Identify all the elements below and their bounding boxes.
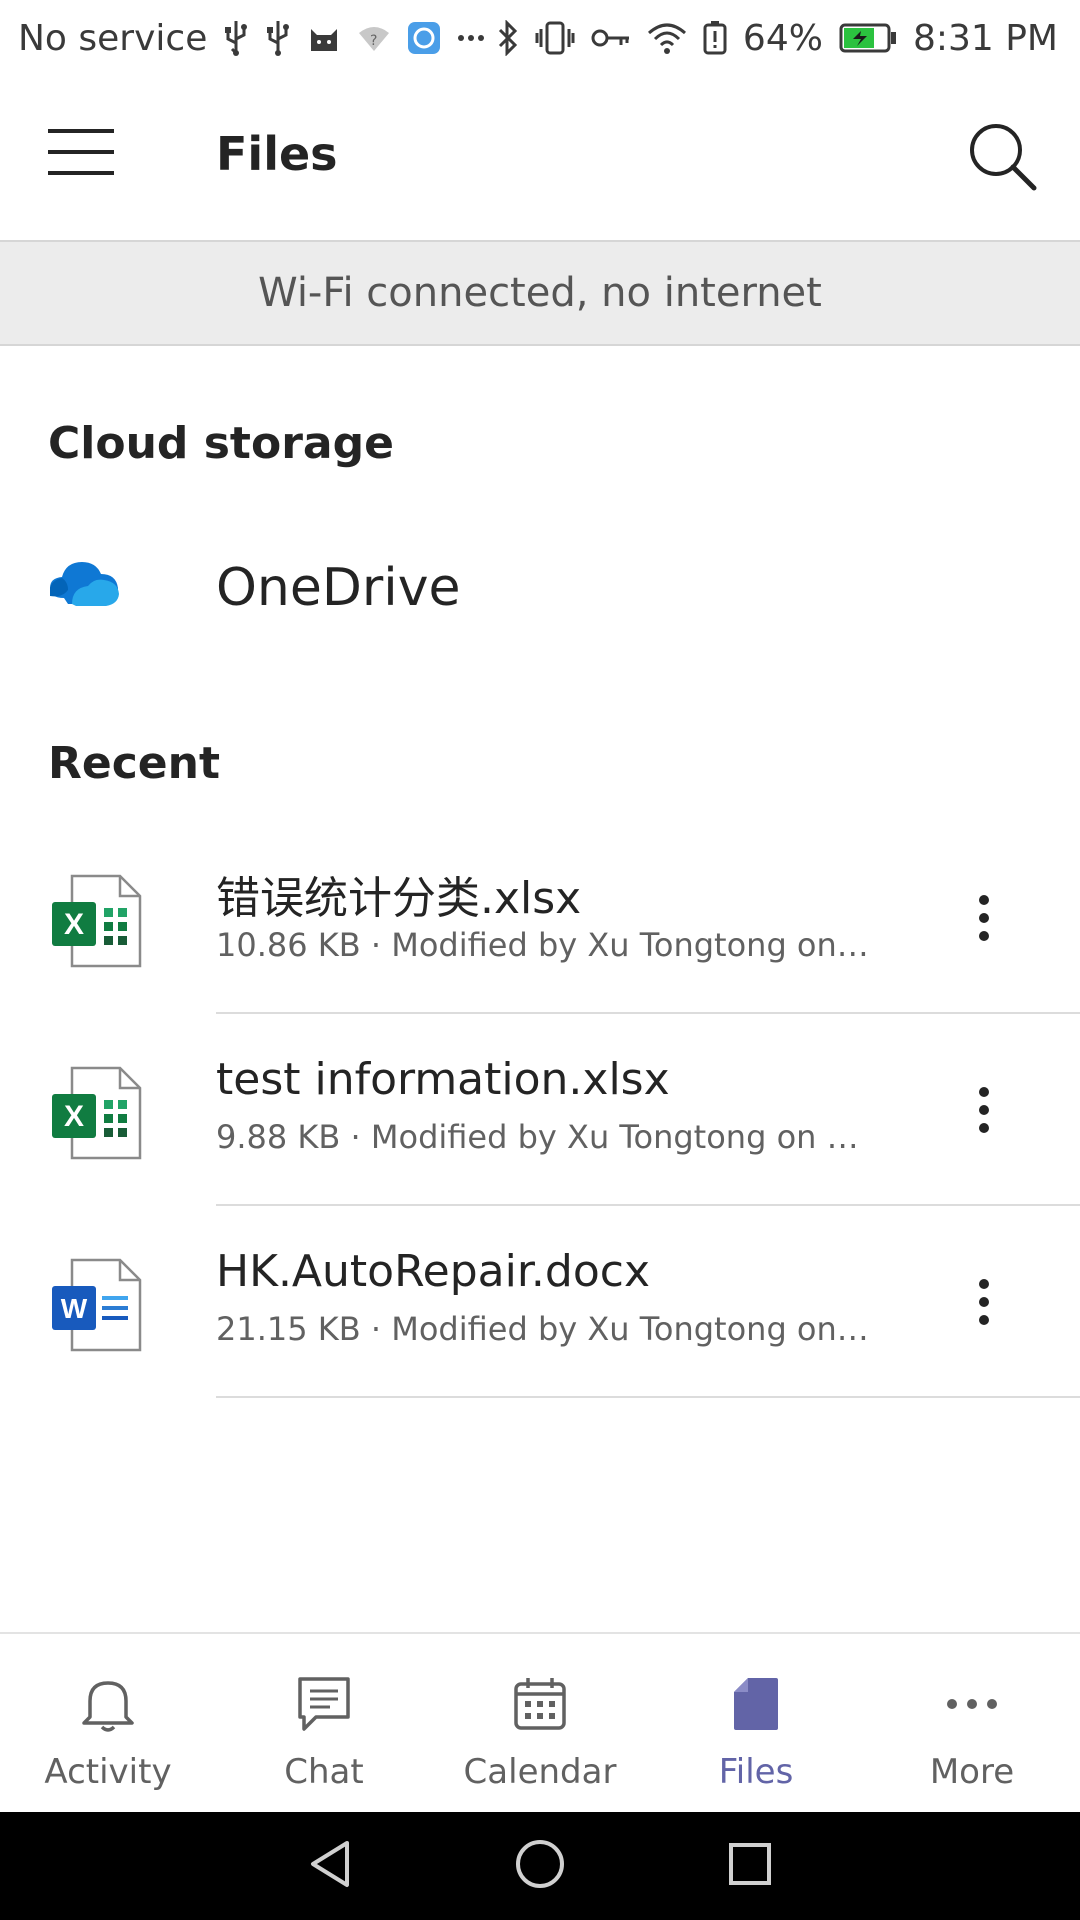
- svg-text:X: X: [64, 1100, 84, 1133]
- vibrate-icon: [535, 18, 575, 58]
- calendar-icon: [508, 1672, 572, 1736]
- nav-label: More: [929, 1752, 1015, 1792]
- wifi-icon: [647, 18, 687, 58]
- cloud-storage-heading: Cloud storage: [48, 418, 394, 469]
- bottom-nav: Activity Chat Calendar Files More: [0, 1632, 1080, 1812]
- search-button[interactable]: [964, 120, 1040, 196]
- recents-icon: [727, 1841, 773, 1891]
- status-left: No service ?: [18, 18, 485, 59]
- file-row[interactable]: X 错误统计分类.xlsx 10.86 KB · Modified by Xu …: [0, 822, 1080, 1014]
- file-row[interactable]: X test information.xlsx 9.88 KB · Modifi…: [0, 1014, 1080, 1206]
- nav-label: Chat: [284, 1752, 364, 1792]
- battery-icon: [839, 18, 897, 58]
- connectivity-banner: Wi-Fi connected, no internet: [0, 240, 1080, 346]
- file-meta: 9.88 KB · Modified by Xu Tongtong on 8…: [216, 1118, 876, 1156]
- kebab-icon: [978, 1279, 990, 1329]
- chat-icon: [292, 1672, 356, 1736]
- status-right: 64% 8:31 PM: [497, 18, 1058, 59]
- more-options-button[interactable]: [952, 1264, 1016, 1344]
- bluetooth-icon: [497, 18, 519, 58]
- nav-label: Files: [718, 1752, 794, 1792]
- key-icon: [591, 18, 631, 58]
- cat-icon: [307, 18, 341, 58]
- banner-text: Wi-Fi connected, no internet: [258, 270, 822, 316]
- home-button[interactable]: [510, 1836, 570, 1896]
- teams-files-screen: No service ? 64% 8:31 PM Files Wi-Fi con…: [0, 0, 1080, 1920]
- svg-text:W: W: [61, 1293, 88, 1324]
- word-file-icon: W: [48, 1258, 144, 1354]
- usb-icon: [265, 18, 291, 58]
- menu-button[interactable]: [48, 128, 114, 180]
- search-icon: [966, 120, 1038, 196]
- battery-alert-icon: [703, 18, 727, 58]
- kebab-icon: [978, 1087, 990, 1137]
- file-name: 错误统计分类.xlsx: [216, 873, 582, 924]
- battery-percent: 64%: [742, 17, 823, 59]
- nav-label: Activity: [44, 1752, 172, 1792]
- system-nav-bar: [0, 1812, 1080, 1920]
- recent-heading: Recent: [48, 738, 221, 789]
- app-header: Files: [0, 76, 1080, 240]
- divider: [216, 1396, 1080, 1398]
- svg-text:?: ?: [370, 33, 377, 49]
- nav-calendar[interactable]: Calendar: [432, 1634, 648, 1812]
- page-title: Files: [216, 127, 338, 181]
- excel-file-icon: X: [48, 874, 144, 970]
- app-icon: [407, 18, 441, 58]
- nav-files[interactable]: Files: [648, 1634, 864, 1812]
- file-name: test information.xlsx: [216, 1054, 670, 1105]
- onedrive-item[interactable]: OneDrive: [0, 530, 1080, 650]
- carrier-text: No service: [18, 17, 208, 59]
- recents-button[interactable]: [720, 1836, 780, 1896]
- home-icon: [514, 1838, 566, 1894]
- onedrive-label: OneDrive: [216, 558, 461, 618]
- back-icon: [307, 1839, 353, 1893]
- bell-icon: [76, 1672, 140, 1736]
- svg-text:X: X: [64, 908, 84, 941]
- more-dots-icon: [457, 18, 485, 58]
- wifi-question-icon: ?: [357, 18, 391, 58]
- file-meta: 21.15 KB · Modified by Xu Tongtong on…: [216, 1310, 869, 1348]
- more-options-button[interactable]: [952, 880, 1016, 960]
- file-row[interactable]: W HK.AutoRepair.docx 21.15 KB · Modified…: [0, 1206, 1080, 1398]
- nav-chat[interactable]: Chat: [216, 1634, 432, 1812]
- onedrive-icon: [46, 558, 122, 612]
- more-icon: [940, 1672, 1004, 1736]
- nav-more[interactable]: More: [864, 1634, 1080, 1812]
- more-options-button[interactable]: [952, 1072, 1016, 1152]
- excel-file-icon: X: [48, 1066, 144, 1162]
- hamburger-icon: [48, 127, 114, 181]
- status-bar: No service ? 64% 8:31 PM: [0, 0, 1080, 76]
- usb-icon: [223, 18, 249, 58]
- file-name: HK.AutoRepair.docx: [216, 1246, 650, 1297]
- file-icon: [724, 1672, 788, 1736]
- nav-activity[interactable]: Activity: [0, 1634, 216, 1812]
- clock: 8:31 PM: [912, 17, 1058, 59]
- back-button[interactable]: [300, 1836, 360, 1896]
- kebab-icon: [978, 895, 990, 945]
- file-meta: 10.86 KB · Modified by Xu Tongtong on…: [216, 926, 869, 964]
- nav-label: Calendar: [463, 1752, 617, 1792]
